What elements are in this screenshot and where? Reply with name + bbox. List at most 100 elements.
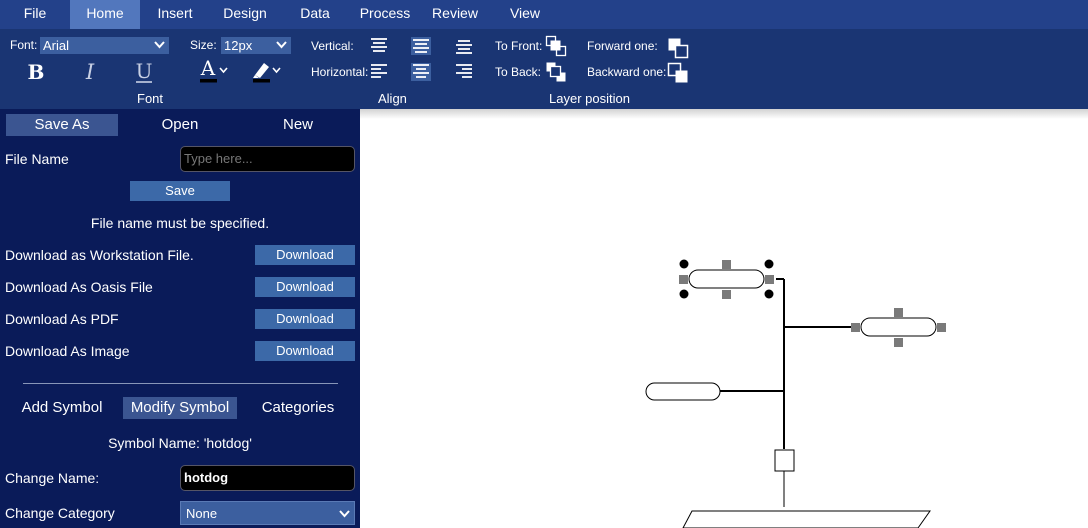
align-bottom-button[interactable]: [454, 37, 474, 55]
tab-open[interactable]: Open: [125, 114, 235, 136]
highlight-button[interactable]: [251, 58, 283, 83]
change-name-input[interactable]: hotdog: [180, 465, 355, 491]
connection-point[interactable]: [722, 290, 731, 299]
send-backward-button[interactable]: [667, 62, 689, 84]
align-left-icon: [371, 64, 387, 78]
tab-modify-symbol[interactable]: Modify Symbol: [123, 397, 237, 419]
change-category-value: None: [186, 506, 218, 521]
hotdog-shape[interactable]: [645, 382, 721, 401]
italic-button[interactable]: I: [78, 60, 102, 84]
bold-icon: B: [28, 60, 45, 84]
underline-button[interactable]: U: [132, 59, 156, 84]
font-select-value: Arial: [43, 38, 70, 53]
chevron-down-icon: [276, 41, 287, 49]
ribbon-toolbar: Font: Arial Size: 12px B I U A Font Vert…: [0, 29, 1088, 109]
chevron-down-icon: [339, 510, 350, 518]
align-top-icon: [371, 38, 387, 52]
bring-forward-button[interactable]: [667, 37, 689, 59]
connection-point[interactable]: [679, 275, 688, 284]
hotdog-shape-selected[interactable]: [679, 259, 774, 300]
send-backward-icon: [667, 62, 688, 83]
connection-point[interactable]: [722, 260, 731, 269]
app-window: File Home Insert Design Data Process Rev…: [0, 0, 1088, 528]
menu-view[interactable]: View: [490, 0, 560, 29]
download-image-button[interactable]: Download: [255, 341, 355, 361]
svg-text:A: A: [200, 58, 216, 80]
menu-review[interactable]: Review: [420, 0, 490, 29]
bring-forward-icon: [668, 38, 689, 59]
svg-text:I: I: [85, 60, 95, 84]
connection-point[interactable]: [937, 323, 946, 332]
tab-new[interactable]: New: [243, 114, 353, 136]
menu-insert[interactable]: Insert: [140, 0, 210, 29]
font-label: Font:: [10, 38, 38, 52]
file-name-input[interactable]: Type here...: [180, 146, 355, 172]
align-left-button[interactable]: [369, 63, 389, 81]
parallelogram-shape[interactable]: [682, 510, 931, 528]
connection-point[interactable]: [851, 323, 860, 332]
align-middle-icon: [413, 39, 429, 53]
connection-point[interactable]: [894, 308, 903, 317]
file-name-error: File name must be specified.: [90, 215, 270, 231]
change-category-select[interactable]: None: [180, 501, 355, 525]
align-top-button[interactable]: [369, 37, 389, 55]
bring-to-front-button[interactable]: [545, 35, 567, 57]
align-center-button[interactable]: [411, 63, 431, 81]
backward-one-label: Backward one:: [587, 65, 667, 79]
connection-point[interactable]: [894, 338, 903, 347]
size-select[interactable]: 12px: [221, 37, 291, 54]
menu-file[interactable]: File: [0, 0, 70, 29]
chevron-down-icon: [154, 41, 165, 49]
menu-bar: File Home Insert Design Data Process Rev…: [0, 0, 1088, 29]
vertical-label: Vertical:: [311, 39, 354, 53]
align-middle-button[interactable]: [411, 37, 431, 55]
connection-point[interactable]: [765, 275, 774, 284]
align-bottom-icon: [456, 40, 472, 54]
hotdog-shape[interactable]: [851, 308, 946, 347]
bold-button[interactable]: B: [24, 60, 48, 84]
change-category-label: Change Category: [5, 505, 115, 521]
menu-data[interactable]: Data: [280, 0, 350, 29]
tab-save-as[interactable]: Save As: [6, 114, 118, 136]
download-workstation-button[interactable]: Download: [255, 245, 355, 265]
bring-to-front-icon: [545, 35, 567, 57]
symbol-name-text: Symbol Name: 'hotdog': [108, 435, 252, 451]
diagram-canvas[interactable]: [360, 109, 1088, 528]
size-select-value: 12px: [224, 38, 253, 53]
menu-process[interactable]: Process: [350, 0, 420, 29]
resize-handle[interactable]: [764, 259, 774, 269]
font-color-icon: A: [200, 56, 228, 83]
junction-box[interactable]: [774, 449, 795, 472]
highlight-icon: [253, 63, 281, 83]
resize-handle[interactable]: [679, 289, 689, 299]
italic-icon: I: [85, 60, 95, 84]
sidebar-panel: Save As Open New File Name Type here... …: [0, 109, 360, 528]
font-select[interactable]: Arial: [40, 37, 169, 54]
save-button[interactable]: Save: [130, 181, 230, 201]
tab-categories[interactable]: Categories: [250, 397, 346, 419]
download-oasis-button[interactable]: Download: [255, 277, 355, 297]
underline-icon: U: [136, 59, 153, 83]
send-to-back-icon: [546, 62, 566, 82]
align-right-button[interactable]: [454, 63, 474, 81]
resize-handle[interactable]: [764, 289, 774, 299]
tab-add-symbol[interactable]: Add Symbol: [12, 397, 112, 419]
to-back-label: To Back:: [495, 65, 542, 79]
menu-design[interactable]: Design: [210, 0, 280, 29]
download-oasis-label: Download As Oasis File: [5, 279, 153, 295]
send-to-back-button[interactable]: [545, 61, 567, 83]
layer-group-title: Layer position: [549, 91, 630, 106]
font-group-title: Font: [137, 91, 164, 106]
download-image-label: Download As Image: [5, 343, 130, 359]
download-workstation-label: Download as Workstation File.: [5, 247, 194, 263]
menu-home[interactable]: Home: [70, 0, 140, 29]
to-front-label: To Front:: [495, 39, 543, 53]
horizontal-label: Horizontal:: [311, 65, 369, 79]
forward-one-label: Forward one:: [587, 39, 658, 53]
align-group-title: Align: [378, 91, 407, 106]
svg-text:B: B: [28, 60, 45, 84]
align-center-icon: [413, 64, 429, 78]
download-pdf-button[interactable]: Download: [255, 309, 355, 329]
resize-handle[interactable]: [679, 259, 689, 269]
font-color-button[interactable]: A: [198, 56, 230, 83]
